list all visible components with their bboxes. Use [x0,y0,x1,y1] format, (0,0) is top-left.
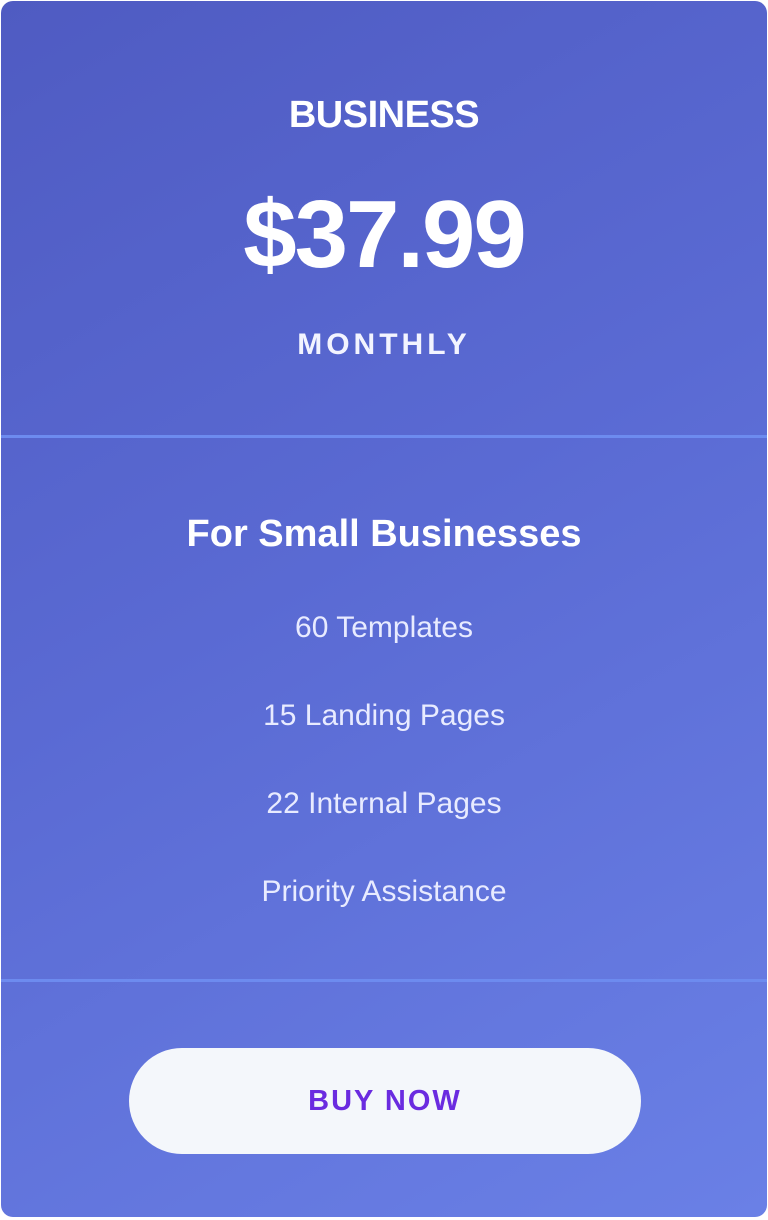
feature-item: 15 Landing Pages [263,699,505,732]
features-list: 60 Templates 15 Landing Pages 22 Interna… [1,604,767,956]
pricing-card: BUSINESS $37.99 MONTHLY For Small Busine… [1,1,767,1217]
feature-item: 60 Templates [295,611,473,644]
pricing-footer: BUY NOW [1,982,767,1217]
feature-item: Priority Assistance [261,875,507,908]
pricing-header: BUSINESS $37.99 MONTHLY [1,1,767,437]
feature-item: 22 Internal Pages [266,787,502,820]
buy-now-button[interactable]: BUY NOW [129,1048,641,1154]
plan-name: BUSINESS [288,94,480,136]
billing-period: MONTHLY [297,328,471,361]
features-section: For Small Businesses 60 Templates 15 Lan… [1,438,767,979]
plan-price: $37.99 [243,181,527,288]
features-title: For Small Businesses [186,513,582,555]
